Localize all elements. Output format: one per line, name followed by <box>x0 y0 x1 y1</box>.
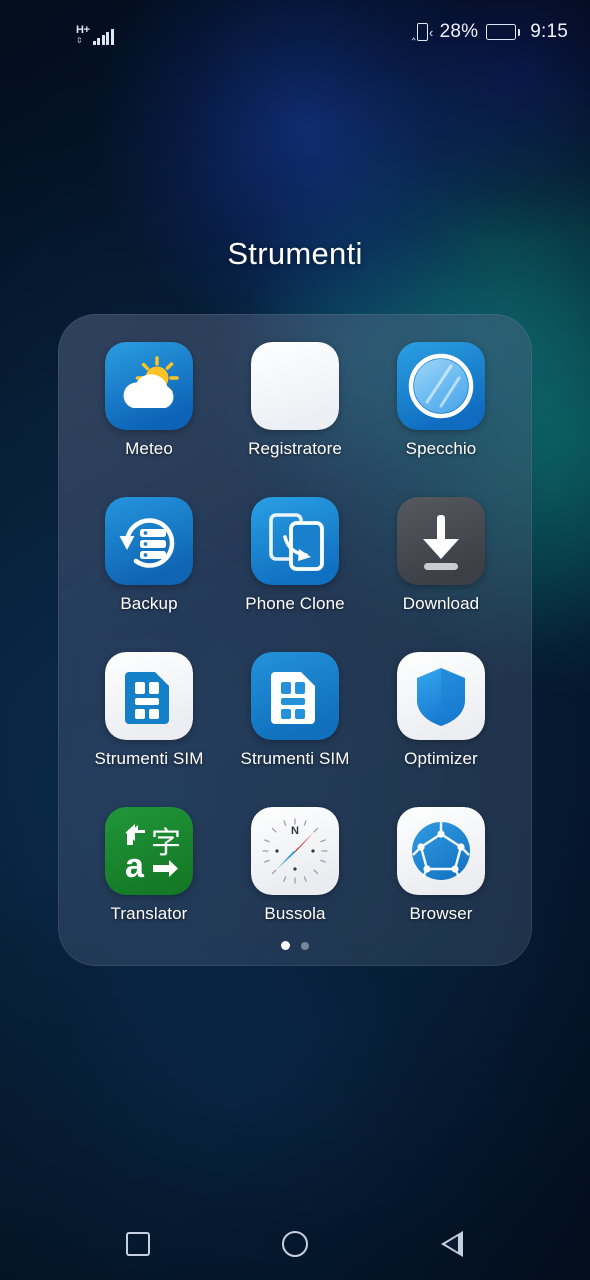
svg-text:字: 字 <box>151 826 181 861</box>
app-label: Strumenti SIM <box>94 749 204 768</box>
app-icon-backup[interactable]: Backup <box>76 497 222 652</box>
app-label: Bussola <box>264 904 326 923</box>
translator-icon: a 字 <box>105 807 193 895</box>
page-dot-active[interactable] <box>281 941 290 950</box>
sim-toolkit-blue-icon <box>251 652 339 740</box>
square-recents-icon <box>126 1232 151 1256</box>
status-bar-clock: 9:15 <box>530 21 568 42</box>
app-icon-download[interactable]: Download <box>368 497 514 652</box>
globe-icon <box>397 807 485 895</box>
network-type-label: H+ <box>76 24 90 36</box>
download-icon <box>397 497 485 585</box>
app-label: Optimizer <box>404 749 478 768</box>
page-dot[interactable] <box>301 941 309 950</box>
status-bar-left: H+ ⇳ <box>22 19 114 45</box>
page-indicator <box>58 941 532 950</box>
app-icon-optimizer[interactable]: Optimizer <box>368 652 514 807</box>
signal-bars-icon <box>92 29 114 45</box>
triangle-back-icon <box>440 1231 463 1257</box>
svg-text:a: a <box>125 847 145 885</box>
app-icon-specchio[interactable]: Specchio <box>368 342 514 497</box>
status-bar: H+ ⇳ ‸ ‹ 28% 9:15 <box>0 0 590 64</box>
home-button[interactable] <box>263 1220 327 1268</box>
phone-clone-icon <box>251 497 339 585</box>
app-label: Backup <box>120 594 178 613</box>
svg-text:N: N <box>291 825 299 837</box>
recorder-icon <box>251 342 339 430</box>
app-label: Strumenti SIM <box>240 749 350 768</box>
app-label: Browser <box>409 904 473 923</box>
app-icon-strumenti-sim-2[interactable]: Strumenti SIM <box>222 652 368 807</box>
folder-panel: Meteo Registratore Specchio Backup Phone… <box>58 314 532 966</box>
app-icon-strumenti-sim-1[interactable]: Strumenti SIM <box>76 652 222 807</box>
weather-icon <box>105 342 193 430</box>
recents-button[interactable] <box>106 1220 170 1268</box>
folder-title: Strumenti <box>227 236 363 271</box>
sim-toolkit-white-icon <box>105 652 193 740</box>
app-label: Translator <box>110 904 188 923</box>
app-label: Meteo <box>125 439 173 458</box>
app-label: Phone Clone <box>245 594 345 613</box>
status-bar-right: ‸ ‹ 28% 9:15 <box>411 21 568 43</box>
navigation-bar <box>0 1208 590 1280</box>
backup-icon <box>105 497 193 585</box>
vibrate-icon: ‸ ‹ <box>411 23 434 41</box>
app-icon-bussola[interactable]: N Bussola <box>222 807 368 962</box>
app-label: Registratore <box>248 439 342 458</box>
data-activity-icon: ⇳ <box>76 36 83 45</box>
app-label: Download <box>402 594 480 613</box>
app-icon-translator[interactable]: a 字 Translator <box>76 807 222 962</box>
app-grid: Meteo Registratore Specchio Backup Phone… <box>58 314 532 966</box>
app-icon-meteo[interactable]: Meteo <box>76 342 222 497</box>
shield-icon <box>397 652 485 740</box>
app-label: Specchio <box>405 439 477 458</box>
phone-screen: H+ ⇳ ‸ ‹ 28% 9:15 Strumenti Meteo Regist… <box>0 0 590 1280</box>
signal-indicator: H+ ⇳ <box>76 25 90 45</box>
app-icon-phone-clone[interactable]: Phone Clone <box>222 497 368 652</box>
circle-home-icon <box>281 1231 308 1257</box>
app-icon-browser[interactable]: Browser <box>368 807 514 962</box>
compass-icon: N <box>251 807 339 895</box>
battery-icon <box>486 24 521 40</box>
back-button[interactable] <box>420 1220 484 1268</box>
mirror-icon <box>397 342 485 430</box>
app-icon-registratore[interactable]: Registratore <box>222 342 368 497</box>
battery-percent-label: 28% <box>439 21 479 42</box>
